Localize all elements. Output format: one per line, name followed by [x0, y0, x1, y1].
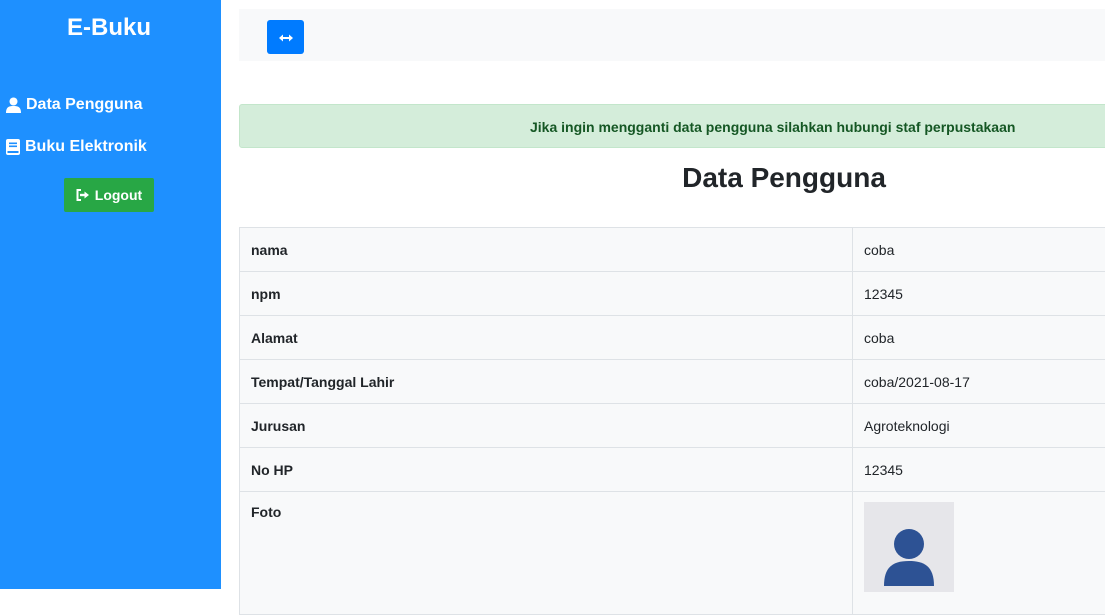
row-value: 12345	[853, 448, 1105, 492]
alert-message: Jika ingin mengganti data pengguna silah…	[530, 119, 1015, 135]
brand-title[interactable]: E-Buku	[0, 14, 218, 42]
table-row: Alamat coba	[240, 316, 1105, 360]
row-value: Agroteknologi	[853, 404, 1105, 448]
row-value: coba	[853, 316, 1105, 360]
avatar	[864, 502, 954, 592]
book-icon	[6, 139, 20, 155]
table-row: Jurusan Agroteknologi	[240, 404, 1105, 448]
row-label: No HP	[240, 448, 853, 492]
sidebar: E-Buku Data Pengguna Buku Elektronik Log…	[0, 0, 221, 589]
sidebar-item-buku-elektronik[interactable]: Buku Elektronik	[6, 138, 147, 156]
info-alert: Jika ingin mengganti data pengguna silah…	[239, 104, 1105, 148]
table-row: No HP 12345	[240, 448, 1105, 492]
row-value: coba	[853, 228, 1105, 272]
row-value: coba/2021-08-17	[853, 360, 1105, 404]
page-title: Data Pengguna	[239, 162, 1105, 194]
top-navbar	[239, 9, 1105, 61]
row-label: Foto	[240, 492, 853, 615]
arrows-horizontal-icon	[279, 30, 293, 45]
sidebar-toggle-button[interactable]	[267, 20, 304, 54]
table-row: Foto	[240, 492, 1105, 615]
row-value	[853, 492, 1105, 615]
sign-out-icon	[76, 189, 90, 201]
table-row: nama coba	[240, 228, 1105, 272]
sidebar-item-label: Data Pengguna	[26, 96, 142, 114]
row-value: 12345	[853, 272, 1105, 316]
row-label: Jurusan	[240, 404, 853, 448]
table-row: npm 12345	[240, 272, 1105, 316]
table-row: Tempat/Tanggal Lahir coba/2021-08-17	[240, 360, 1105, 404]
sidebar-item-label: Buku Elektronik	[25, 138, 147, 156]
row-label: Tempat/Tanggal Lahir	[240, 360, 853, 404]
row-label: npm	[240, 272, 853, 316]
logout-button[interactable]: Logout	[64, 178, 154, 212]
sidebar-item-data-pengguna[interactable]: Data Pengguna	[6, 96, 142, 114]
row-label: nama	[240, 228, 853, 272]
main-content: Jika ingin mengganti data pengguna silah…	[221, 0, 1105, 589]
logout-label: Logout	[95, 187, 142, 203]
user-icon	[6, 97, 21, 113]
row-label: Alamat	[240, 316, 853, 360]
user-data-table: nama coba npm 12345 Alamat coba Tempat/T…	[239, 227, 1105, 615]
